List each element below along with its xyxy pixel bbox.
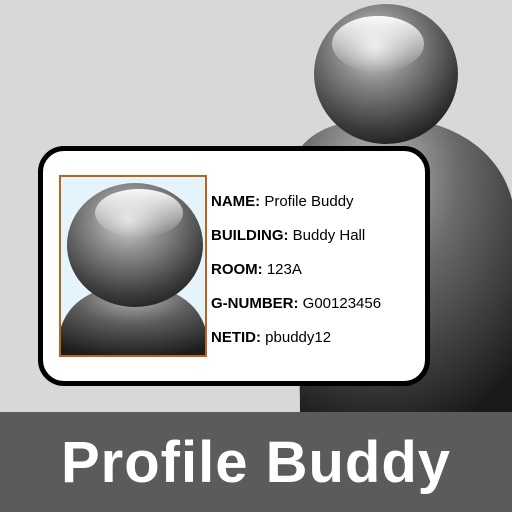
profile-photo (59, 175, 207, 357)
profile-fields: NAME: Profile Buddy BUILDING: Buddy Hall… (211, 185, 426, 355)
field-room-value: 123A (266, 261, 302, 278)
field-name-value: Profile Buddy (264, 193, 354, 210)
field-netid-label: NETID: (211, 329, 261, 346)
app-title: Profile Buddy (60, 429, 452, 495)
field-name: NAME: Profile Buddy (211, 185, 426, 219)
person-avatar-icon (61, 183, 205, 355)
field-building-value: Buddy Hall (292, 227, 366, 244)
field-g-number-value: G00123456 (302, 295, 382, 312)
field-building: BUILDING: Buddy Hall (211, 219, 426, 253)
field-netid: NETID: pbuddy12 (211, 321, 426, 355)
title-banner: Profile Buddy (0, 412, 512, 512)
field-g-number: G-NUMBER: G00123456 (211, 287, 426, 321)
field-g-number-label: G-NUMBER: (211, 295, 299, 312)
field-name-label: NAME: (211, 193, 261, 210)
field-netid-value: pbuddy12 (265, 329, 332, 346)
field-building-label: BUILDING: (211, 227, 289, 244)
field-room-label: ROOM: (211, 261, 263, 278)
profile-card: NAME: Profile Buddy BUILDING: Buddy Hall… (38, 146, 430, 386)
field-room: ROOM: 123A (211, 253, 426, 287)
